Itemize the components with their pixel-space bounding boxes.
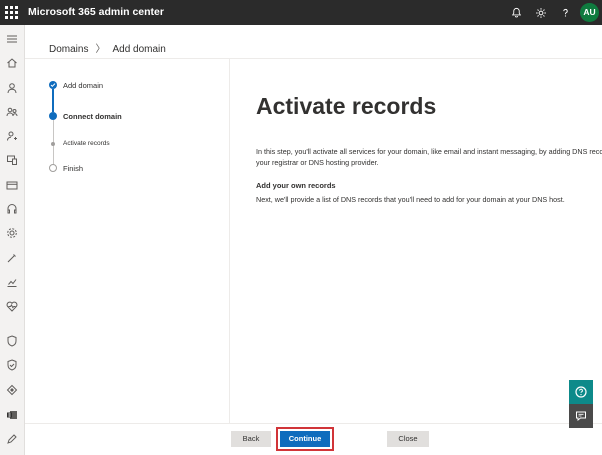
avatar[interactable]: AU: [580, 3, 599, 22]
breadcrumb-domains-link[interactable]: Domains: [49, 44, 88, 55]
breadcrumb: Domains 〉 Add domain: [49, 40, 166, 55]
settings-icon[interactable]: [5, 226, 19, 240]
left-nav-rail: [0, 25, 25, 455]
step-connect-domain: Connect domain: [63, 112, 122, 121]
security-icon[interactable]: [5, 334, 19, 348]
step-add-domain: Add domain: [63, 81, 104, 90]
exchange-icon[interactable]: [5, 408, 19, 422]
breadcrumb-current: Add domain: [112, 44, 166, 55]
step-current-indicator: [49, 112, 57, 120]
devices-icon[interactable]: [5, 153, 19, 167]
continue-highlight-box: [276, 427, 334, 451]
substep-activate-records: Activate records: [63, 140, 110, 147]
section-text: Next, we'll provide a list of DNS record…: [256, 195, 565, 204]
gear-icon[interactable]: [531, 3, 551, 22]
home-icon[interactable]: [5, 56, 19, 70]
step-connector: [52, 89, 54, 112]
description-line: In this step, you'll activate all servic…: [256, 147, 602, 156]
reports-icon[interactable]: [5, 275, 19, 289]
help-circle-icon: [575, 386, 587, 398]
back-button[interactable]: Back: [231, 431, 271, 447]
support-icon[interactable]: [5, 202, 19, 216]
feedback-icon: [576, 411, 586, 422]
step-pending-indicator: [49, 164, 57, 172]
close-button[interactable]: Close: [387, 431, 429, 447]
substep-dot: [51, 142, 55, 146]
users-group-icon[interactable]: [5, 105, 19, 119]
step-finish: Finish: [63, 164, 84, 173]
breadcrumb-separator: 〉: [95, 44, 106, 55]
user-icon[interactable]: [5, 81, 19, 95]
billing-icon[interactable]: [5, 178, 19, 192]
steps-divider: [229, 59, 230, 423]
section-heading: Add your own records: [256, 181, 336, 190]
app-launcher-icon[interactable]: [5, 6, 18, 19]
hamburger-icon[interactable]: [5, 32, 19, 46]
user-key-icon[interactable]: [5, 129, 19, 143]
step-done-check-icon: [49, 81, 57, 89]
pen-icon[interactable]: [5, 432, 19, 446]
wizard-steps-panel: Add domain Connect domain Activate recor…: [25, 59, 230, 423]
compliance-icon[interactable]: [5, 358, 19, 372]
footer-divider: [25, 423, 602, 424]
page-description: In this step, you'll activate all servic…: [256, 146, 602, 168]
endpoint-manager-icon[interactable]: [5, 383, 19, 397]
description-line: your registrar or DNS hosting provider.: [256, 158, 379, 167]
floating-feedback-button[interactable]: [569, 404, 593, 428]
bell-icon[interactable]: [506, 3, 526, 22]
setup-icon[interactable]: [5, 251, 19, 265]
top-bar: Microsoft 365 admin center AU: [0, 0, 602, 25]
health-icon[interactable]: [5, 299, 19, 313]
app-title[interactable]: Microsoft 365 admin center: [28, 6, 164, 18]
help-icon[interactable]: [555, 3, 575, 22]
floating-help-button[interactable]: [569, 380, 593, 404]
page-title: Activate records: [256, 93, 437, 119]
